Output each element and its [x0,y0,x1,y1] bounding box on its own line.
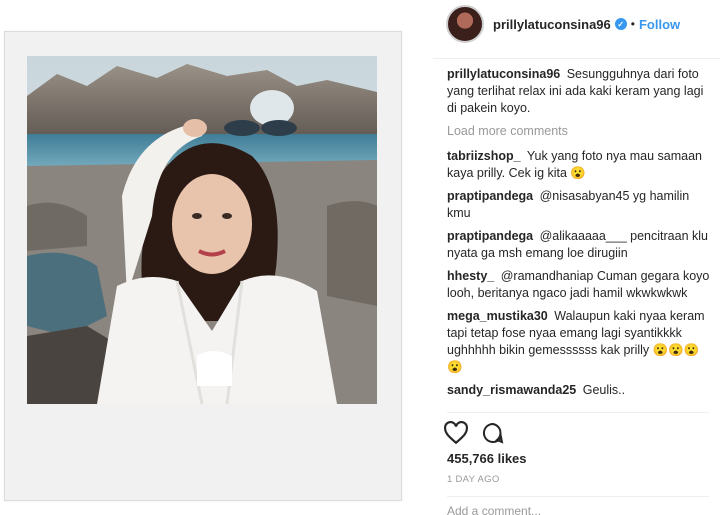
speech-bubble-icon[interactable] [481,421,505,445]
heart-icon[interactable] [443,421,469,445]
post-author-username[interactable]: prillylatuconsina96 [493,17,611,32]
comment-username[interactable]: tabriizshop_ [447,149,521,163]
post-header: prillylatuconsina96 ✓ • Follow [433,0,720,48]
comment-username[interactable]: sandy_rismawanda25 [447,383,576,397]
list-item: mega_mustika30 Walaupun kaki nyaa keram … [447,308,713,376]
separator-dot: • [630,17,635,31]
header-divider [433,58,720,59]
photo-illustration [27,56,377,404]
list-item: praptipandega @alikaaaaa___ pencitraan k… [447,228,713,262]
comments-list: prillylatuconsina96 Sesungguhnya dari fo… [447,66,713,416]
comment-username[interactable]: praptipandega [447,189,533,203]
list-item: praptipandega @nisasabyan45 yg hamilin k… [447,188,713,222]
list-item: hhesty_ @ramandhaniap Cuman gegara koyo … [447,268,713,302]
list-item: sandy_rismawanda25 Geulis.. [447,382,713,399]
post-photo[interactable] [27,56,377,404]
comment-username[interactable]: hhesty_ [447,269,494,283]
comment-text: Geulis.. [582,383,626,397]
post-media-pane [0,0,415,515]
list-item: tabriizshop_ Yuk yang foto nya mau samaa… [447,148,713,182]
comment-username[interactable]: praptipandega [447,229,533,243]
post-timestamp[interactable]: 1 DAY AGO [447,474,500,485]
follow-button[interactable]: Follow [639,17,680,32]
polaroid-frame [4,31,402,501]
likes-count[interactable]: 455,766 likes [447,451,527,466]
add-comment-divider [447,496,709,497]
load-more-comments-link[interactable]: Load more comments [447,123,713,140]
actions-divider [447,412,709,413]
caption-username[interactable]: prillylatuconsina96 [447,67,560,81]
verified-badge-icon: ✓ [614,18,627,30]
post-side-panel: prillylatuconsina96 ✓ • Follow prillylat… [433,0,720,515]
comment-username[interactable]: mega_mustika30 [447,309,548,323]
post-caption: prillylatuconsina96 Sesungguhnya dari fo… [447,66,713,117]
avatar[interactable] [446,5,484,43]
add-comment-input[interactable]: Add a comment... [447,504,709,515]
post-actions [443,418,505,448]
